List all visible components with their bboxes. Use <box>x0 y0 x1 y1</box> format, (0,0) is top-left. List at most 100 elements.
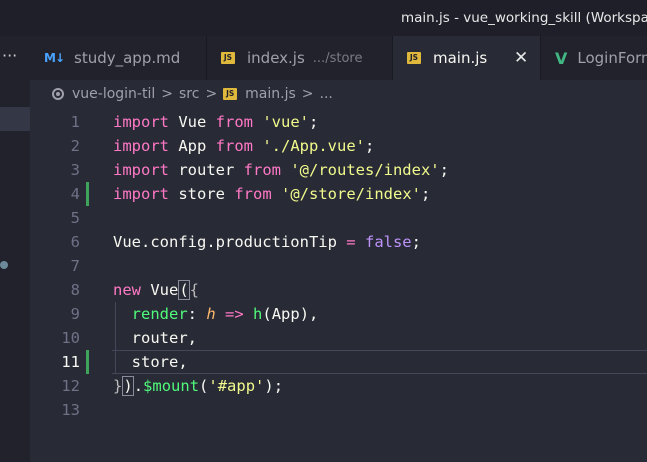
code-token: '@/store/index' <box>281 185 421 203</box>
code-line[interactable]: 1 import Vue from 'vue'; <box>30 110 647 134</box>
tab-study-app-md[interactable]: M↓ study_app.md <box>30 36 207 80</box>
code-token: = <box>346 233 356 251</box>
code-token: store, <box>113 353 188 371</box>
code-line[interactable]: 9 render: h => h(App), <box>30 302 647 326</box>
code-text: render: h => h(App), <box>113 302 319 326</box>
explorer-panel-edge <box>0 80 30 462</box>
code-token: router <box>169 161 244 179</box>
line-number: 4 <box>70 185 80 203</box>
code-line[interactable]: 7 <box>30 254 647 278</box>
indent-guide <box>115 302 116 374</box>
line-number: 13 <box>61 401 80 419</box>
code-token: $mount <box>143 377 200 395</box>
code-token: from <box>243 161 281 179</box>
tab-label: LoginForm.vue <box>577 49 647 67</box>
code-token: '@/routes/index' <box>290 161 440 179</box>
code-token: import <box>113 185 169 203</box>
more-actions-icon[interactable]: ··· <box>0 36 32 80</box>
window-title: main.js - vue_working_skill (Workspace) <box>401 10 647 26</box>
line-number: 1 <box>70 113 80 131</box>
code-token: ( <box>199 377 209 395</box>
code-token: router, <box>113 329 197 347</box>
js-file-icon: JS <box>223 88 238 100</box>
code-text: Vue.config.productionTip = false; <box>113 230 421 254</box>
code-token: import <box>113 161 169 179</box>
code-token: ; <box>309 113 319 131</box>
code-token: { <box>189 281 200 299</box>
code-line[interactable]: 6 Vue.config.productionTip = false; <box>30 230 647 254</box>
code-token: '#app' <box>208 377 265 395</box>
code-token: './App.vue' <box>262 137 365 155</box>
code-token: h <box>206 305 216 323</box>
code-line[interactable]: 5 <box>30 206 647 230</box>
code-text: import store from '@/store/index'; <box>113 182 430 206</box>
code-token: : <box>187 305 207 323</box>
js-file-icon: JS <box>407 52 421 64</box>
code-token: ) <box>122 376 134 396</box>
line-number: 6 <box>70 233 80 251</box>
code-token: from <box>215 113 253 131</box>
breadcrumb-item-symbol[interactable]: ... <box>320 86 333 102</box>
code-text: router, <box>113 326 197 350</box>
status-dot-icon <box>0 261 8 269</box>
code-token: => <box>225 305 244 323</box>
tab-label: study_app.md <box>74 49 181 67</box>
tab-index-js[interactable]: JS index.js .../store <box>207 36 393 80</box>
code-token: ; <box>365 137 375 155</box>
title-bar: main.js - vue_working_skill (Workspace) <box>0 0 647 36</box>
code-token: Vue.config.productionTip <box>113 233 347 251</box>
breadcrumb-item-file[interactable]: main.js <box>245 86 296 102</box>
code-line[interactable]: 2 import App from './App.vue'; <box>30 134 647 158</box>
code-text: new Vue({ <box>113 278 199 302</box>
tab-path: .../store <box>312 50 363 66</box>
vue-file-icon: V <box>555 48 568 68</box>
code-token: new <box>113 281 141 299</box>
code-line[interactable]: 8 new Vue({ <box>30 278 647 302</box>
tab-loginform-vue[interactable]: V LoginForm.vue <box>541 36 647 80</box>
tab-label: index.js <box>247 49 305 67</box>
code-token: import <box>113 137 169 155</box>
code-token: h <box>253 305 263 323</box>
code-token: ( <box>178 280 190 300</box>
code-text: import App from './App.vue'; <box>113 134 374 158</box>
breadcrumb-item-src[interactable]: src <box>179 86 199 102</box>
target-icon <box>52 88 64 100</box>
selected-row-band <box>0 107 30 131</box>
close-tab-icon[interactable]: ✕ <box>514 36 528 80</box>
code-token: false <box>364 233 412 251</box>
code-token: Vue <box>141 281 179 299</box>
code-token: store <box>169 185 235 203</box>
js-file-icon: JS <box>221 52 235 64</box>
code-token: ; <box>439 161 449 179</box>
line-number: 2 <box>70 137 80 155</box>
code-line[interactable]: 11 store, <box>30 350 647 374</box>
line-number: 7 <box>70 257 80 275</box>
code-token: from <box>234 185 272 203</box>
breadcrumb-item-project[interactable]: vue-login-til <box>72 86 155 102</box>
code-line[interactable]: 10 router, <box>30 326 647 350</box>
code-token: from <box>215 137 253 155</box>
breadcrumb-separator: > <box>301 86 314 102</box>
breadcrumb-separator: > <box>161 86 173 102</box>
line-number: 12 <box>61 377 80 395</box>
code-line[interactable]: 12}).$mount('#app'); <box>30 374 647 398</box>
line-number: 11 <box>61 353 80 371</box>
code-line[interactable]: 4 import store from '@/store/index'; <box>30 182 647 206</box>
code-line[interactable]: 3 import router from '@/routes/index'; <box>30 158 647 182</box>
line-number: 9 <box>70 305 80 323</box>
code-editor[interactable]: 1 import Vue from 'vue'; 2 import App from … <box>30 108 647 462</box>
code-token: ); <box>264 377 284 395</box>
editor-tab-bar: ··· M↓ study_app.md JS index.js .../stor… <box>0 36 647 80</box>
code-token: App <box>169 137 216 155</box>
code-line[interactable]: 13 <box>30 398 647 422</box>
code-token: 'vue' <box>262 113 310 131</box>
markdown-icon: M↓ <box>44 51 65 65</box>
breadcrumb-separator: > <box>205 86 218 102</box>
